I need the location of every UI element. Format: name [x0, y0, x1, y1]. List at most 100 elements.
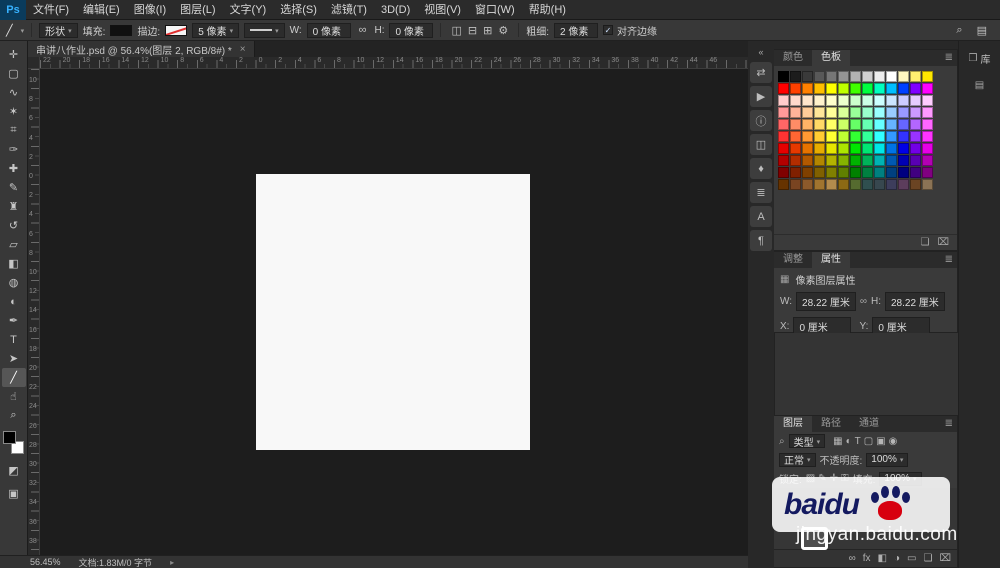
- swatch[interactable]: [862, 95, 873, 106]
- vertical-ruler[interactable]: 10 8 6 4 2 0 2 4 6 8 10 12 14 16 18 20 22 24 26 28 30 32 34 36 3…: [28, 69, 40, 555]
- new-swatch-icon[interactable]: ❏: [921, 237, 930, 248]
- swatch[interactable]: [910, 143, 921, 154]
- swatch[interactable]: [898, 71, 909, 82]
- swatch[interactable]: [850, 167, 861, 178]
- swatch[interactable]: [898, 83, 909, 94]
- gear-icon[interactable]: ⚙: [495, 25, 511, 37]
- active-tool-icon[interactable]: ╱: [6, 24, 13, 37]
- align-edges-checkbox[interactable]: 对齐边缘: [602, 23, 657, 38]
- menu-item-layer[interactable]: 图层(L): [173, 0, 222, 20]
- photoshop-logo-icon[interactable]: Ps: [0, 0, 26, 20]
- swatch[interactable]: [826, 143, 837, 154]
- swatch[interactable]: [826, 95, 837, 106]
- swatch[interactable]: [802, 143, 813, 154]
- path-operations-icon[interactable]: ◫: [448, 25, 464, 37]
- swatch[interactable]: [814, 119, 825, 130]
- swatch[interactable]: [910, 179, 921, 190]
- swatch[interactable]: [922, 83, 933, 94]
- swatch[interactable]: [910, 155, 921, 166]
- new-layer-icon[interactable]: ❏: [924, 553, 933, 564]
- swatch[interactable]: [802, 131, 813, 142]
- prop-width-input[interactable]: 28.22 厘米: [796, 292, 856, 311]
- swatch[interactable]: [886, 131, 897, 142]
- swatch[interactable]: [814, 107, 825, 118]
- ruler-corner[interactable]: [28, 57, 40, 69]
- swatch[interactable]: [778, 155, 789, 166]
- layers-panel-menu-icon[interactable]: ≣: [945, 418, 953, 429]
- swatch[interactable]: [802, 155, 813, 166]
- character-panel-icon[interactable]: A: [750, 206, 772, 227]
- swatch[interactable]: [802, 179, 813, 190]
- swatch[interactable]: [886, 155, 897, 166]
- notes-icon[interactable]: ≣: [750, 182, 772, 203]
- zoom-tool[interactable]: ⌕: [2, 406, 26, 425]
- close-tab-icon[interactable]: ×: [240, 44, 246, 55]
- zoom-level-field[interactable]: 56.45%: [30, 557, 61, 567]
- stroke-width-select[interactable]: 5 像素: [192, 22, 240, 38]
- height-input[interactable]: 0 像素: [389, 22, 434, 38]
- swatch[interactable]: [922, 131, 933, 142]
- swatch[interactable]: [886, 179, 897, 190]
- swatch[interactable]: [838, 167, 849, 178]
- swatch[interactable]: [838, 107, 849, 118]
- swatch[interactable]: [862, 107, 873, 118]
- filter-type-select[interactable]: 类型: [788, 434, 826, 449]
- swatch[interactable]: [778, 179, 789, 190]
- dodge-tool[interactable]: ◐: [2, 292, 26, 311]
- swatch[interactable]: [874, 71, 885, 82]
- swatch[interactable]: [910, 131, 921, 142]
- info-icon[interactable]: ⓘ: [750, 110, 772, 131]
- filter-adjustment-icon[interactable]: ◐: [846, 436, 852, 447]
- stock-icon[interactable]: ▤: [975, 80, 984, 91]
- swatch[interactable]: [850, 143, 861, 154]
- hand-tool[interactable]: ☝: [2, 387, 26, 406]
- swatch[interactable]: [826, 83, 837, 94]
- swatch[interactable]: [886, 95, 897, 106]
- swatch[interactable]: [898, 107, 909, 118]
- swatch[interactable]: [862, 179, 873, 190]
- menu-item-3d[interactable]: 3D(D): [374, 0, 417, 20]
- add-mask-icon[interactable]: ◧: [878, 553, 887, 564]
- canvas-document[interactable]: [256, 174, 530, 450]
- clone-stamp-tool[interactable]: ♜: [2, 197, 26, 216]
- swatch[interactable]: [850, 119, 861, 130]
- swatch[interactable]: [874, 95, 885, 106]
- tool-preset-caret-icon[interactable]: [18, 25, 25, 36]
- swatch[interactable]: [910, 71, 921, 82]
- swatch[interactable]: [862, 143, 873, 154]
- swatch[interactable]: [838, 143, 849, 154]
- blend-mode-select[interactable]: 正常: [779, 452, 816, 467]
- swatch[interactable]: [850, 83, 861, 94]
- tab-layers[interactable]: 图层: [774, 416, 812, 432]
- eraser-tool[interactable]: ▱: [2, 235, 26, 254]
- swatch[interactable]: [826, 71, 837, 82]
- swatch[interactable]: [862, 119, 873, 130]
- brush-tool[interactable]: ✎: [2, 178, 26, 197]
- swatch[interactable]: [910, 107, 921, 118]
- swatch[interactable]: [850, 155, 861, 166]
- screen-mode-icon[interactable]: ▣: [2, 484, 26, 503]
- swatch[interactable]: [874, 119, 885, 130]
- swatch[interactable]: [886, 107, 897, 118]
- delete-swatch-icon[interactable]: ⌧: [937, 237, 949, 248]
- swatch[interactable]: [886, 119, 897, 130]
- swatch[interactable]: [922, 155, 933, 166]
- swatch[interactable]: [838, 95, 849, 106]
- tab-color[interactable]: 颜色: [774, 50, 812, 66]
- swatch[interactable]: [790, 131, 801, 142]
- marquee-tool[interactable]: ▢: [2, 64, 26, 83]
- swatch[interactable]: [802, 167, 813, 178]
- menu-item-file[interactable]: 文件(F): [26, 0, 76, 20]
- blur-tool[interactable]: ◍: [2, 273, 26, 292]
- swatch[interactable]: [898, 155, 909, 166]
- swatch[interactable]: [910, 167, 921, 178]
- path-selection-tool[interactable]: ➤: [2, 349, 26, 368]
- type-tool[interactable]: T: [2, 330, 26, 349]
- swatch[interactable]: [790, 179, 801, 190]
- tool-mode-select[interactable]: 形状: [39, 22, 78, 38]
- swatch[interactable]: [898, 143, 909, 154]
- status-options-caret-icon[interactable]: [170, 557, 174, 567]
- swatch[interactable]: [874, 83, 885, 94]
- swatch[interactable]: [922, 95, 933, 106]
- swatch[interactable]: [826, 155, 837, 166]
